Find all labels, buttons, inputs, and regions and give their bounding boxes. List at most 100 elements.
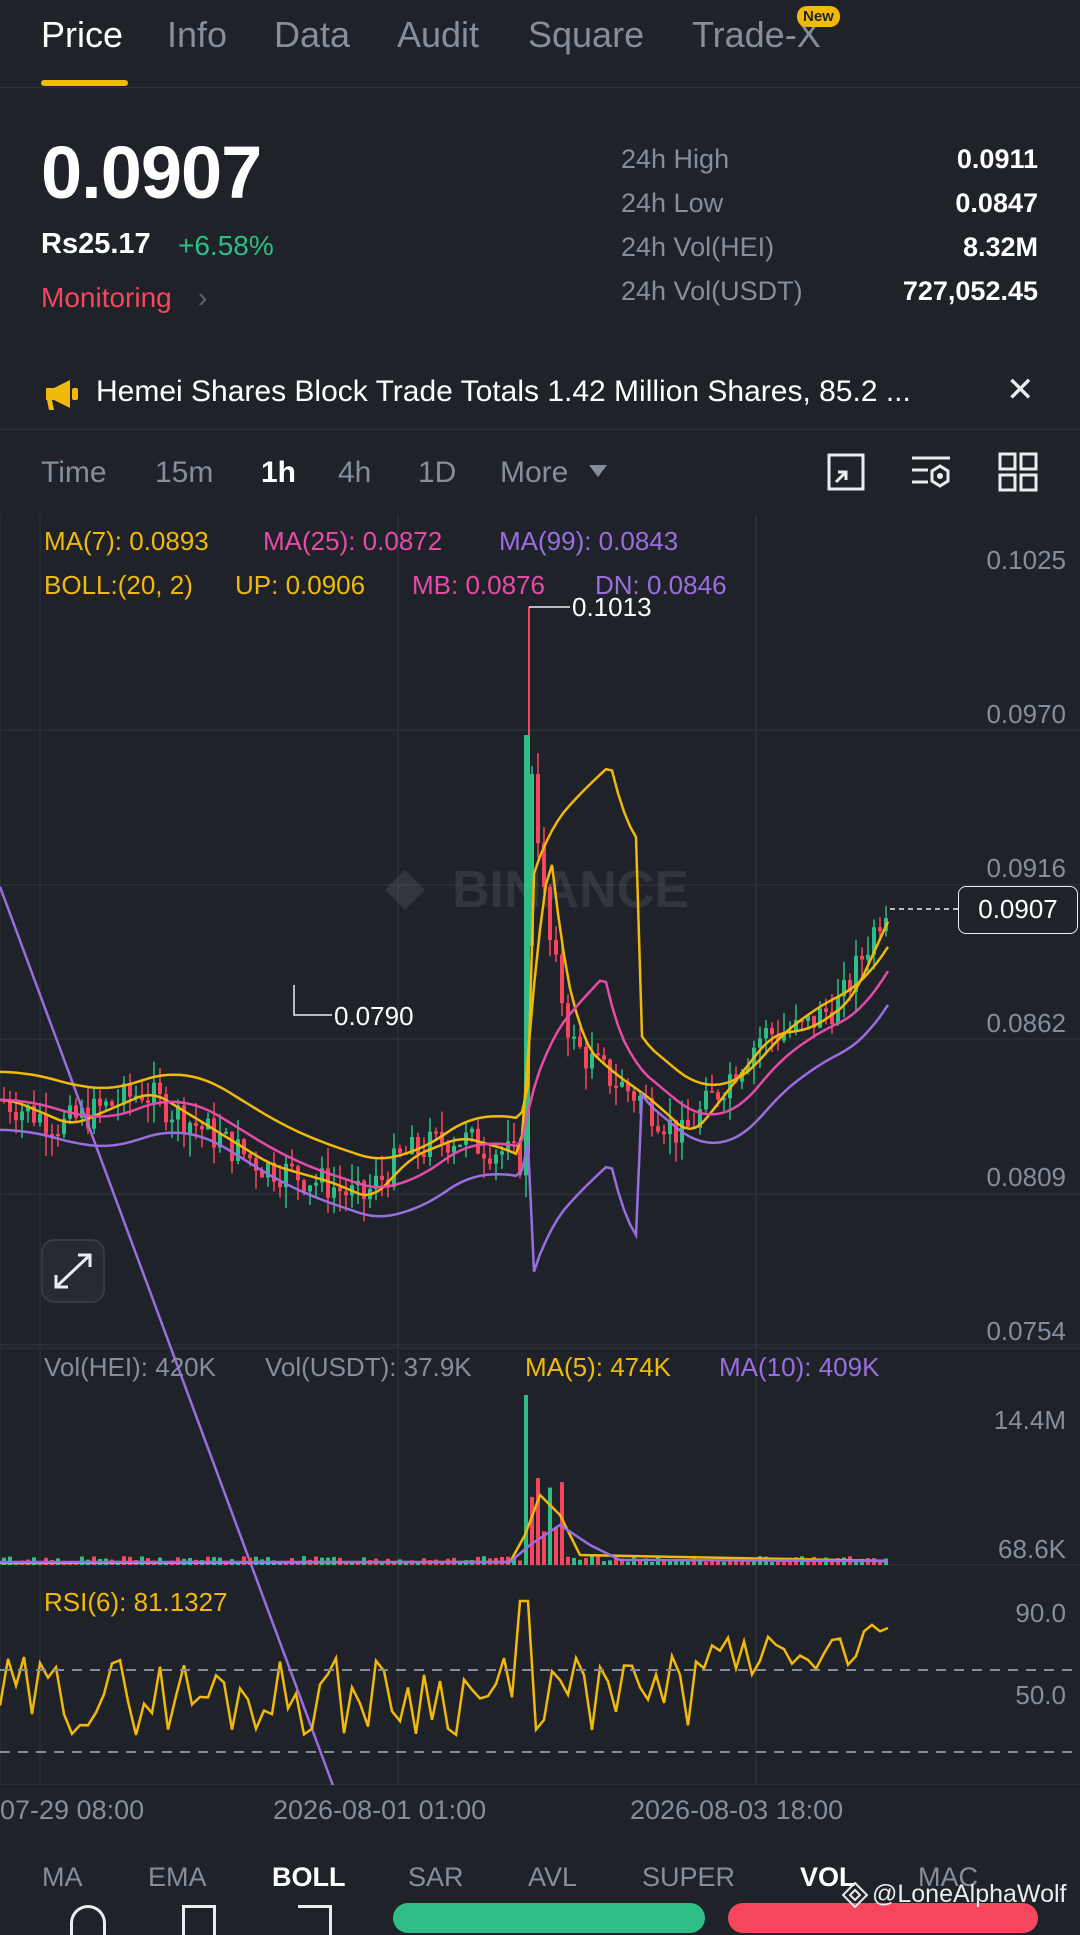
indicator-settings-icon[interactable] [910, 452, 954, 492]
candle [632, 1091, 636, 1101]
candle [398, 1148, 402, 1153]
candle [662, 1131, 666, 1135]
volume-bar [530, 1496, 534, 1565]
volume-bar [314, 1556, 318, 1565]
candle [488, 1158, 492, 1164]
volume-bar [704, 1561, 708, 1565]
candle [710, 1090, 714, 1093]
volume-quote-label: Vol(USDT): 37.9K [265, 1352, 472, 1382]
indicator-tab-boll[interactable]: BOLL [272, 1862, 346, 1892]
indicator-tab-avl[interactable]: AVL [528, 1862, 577, 1892]
ma25-line [0, 970, 890, 1189]
candle [602, 1055, 606, 1060]
candle [110, 1101, 114, 1106]
interval-4h[interactable]: 4h [338, 456, 371, 490]
volume-bar [302, 1556, 306, 1565]
price-axis-label: 0.1025 [986, 545, 1066, 575]
indicator-tab-ma[interactable]: MA [42, 1862, 83, 1892]
volume-ma10-line [0, 1523, 889, 1564]
candle [344, 1191, 348, 1196]
candle [704, 1090, 708, 1110]
boll-dn-label: DN: 0.0846 [595, 570, 727, 600]
volume-bar [536, 1478, 540, 1565]
more-icon[interactable] [70, 1905, 106, 1935]
rsi-axis-label: 50.0 [1015, 1680, 1066, 1710]
candle [380, 1175, 384, 1180]
interval-time[interactable]: Time [41, 456, 107, 490]
candle [104, 1101, 108, 1106]
tab-square[interactable]: Square [528, 14, 644, 56]
last-price: 0.0907 [41, 131, 262, 214]
volume-bar [482, 1556, 486, 1565]
candle [248, 1154, 252, 1159]
low-marker-line [293, 985, 332, 1016]
svg-text:BINANCE: BINANCE [452, 861, 689, 919]
interval-1d[interactable]: 1D [418, 456, 456, 490]
candle [200, 1126, 204, 1130]
candle [434, 1131, 438, 1134]
indicator-tab-super[interactable]: SUPER [642, 1862, 735, 1892]
candle [422, 1154, 426, 1158]
price-axis-label: 0.0916 [986, 853, 1066, 883]
expand-button[interactable] [41, 1239, 105, 1303]
volume-ma5-line [0, 1492, 889, 1565]
alert-icon[interactable] [182, 1905, 216, 1935]
price-axis-label: 0.0970 [986, 699, 1066, 729]
price-axis-label: 0.0754 [986, 1316, 1066, 1346]
candle [614, 1085, 618, 1088]
candle [500, 1151, 504, 1155]
monitoring-link[interactable]: Monitoring [41, 282, 172, 314]
ma99-label: MA(99): 0.0843 [499, 526, 679, 556]
chart-settings-icon[interactable] [826, 452, 866, 492]
price-change-percent: +6.58% [178, 230, 274, 261]
volume-bar [596, 1556, 600, 1565]
candle [416, 1137, 420, 1155]
interval-1h[interactable]: 1h [261, 456, 296, 490]
buy-button[interactable] [393, 1903, 705, 1933]
news-banner[interactable]: Hemei Shares Block Trade Totals 1.42 Mil… [0, 360, 1080, 430]
candle [764, 1028, 768, 1039]
banner-text[interactable]: Hemei Shares Block Trade Totals 1.42 Mil… [96, 375, 911, 409]
stat-vol-quote-label: 24h Vol(USDT) [621, 276, 803, 306]
chevron-right-icon[interactable]: › [198, 282, 207, 314]
candle [332, 1187, 336, 1198]
candle [578, 1036, 582, 1047]
layout-grid-icon[interactable] [998, 452, 1038, 492]
candle [548, 886, 552, 941]
candle [338, 1187, 342, 1192]
candle [8, 1101, 12, 1112]
volume-bar [608, 1560, 612, 1565]
tab-data[interactable]: Data [274, 14, 350, 56]
candle [566, 1003, 570, 1038]
date-axis-label: 2026-08-01 01:00 [273, 1795, 487, 1825]
watermark: BINANCE [385, 861, 689, 919]
top-tab-bar: Price Info Data Audit Square Trade-X New [0, 0, 1080, 88]
volume-bar [590, 1556, 594, 1565]
indicator-tab-sar[interactable]: SAR [408, 1862, 464, 1892]
candle [152, 1082, 156, 1103]
candle [482, 1153, 486, 1159]
volume-axis-label: 14.4M [993, 1405, 1066, 1435]
close-icon[interactable]: ✕ [1006, 370, 1035, 410]
share-icon[interactable] [298, 1905, 332, 1935]
interval-more[interactable]: More [500, 456, 568, 490]
candle [92, 1098, 96, 1129]
candle [194, 1122, 198, 1127]
candle [74, 1105, 78, 1118]
fiat-price: Rs25.17 [41, 228, 151, 260]
candle [758, 1038, 762, 1048]
candle [446, 1143, 450, 1153]
candle [590, 1053, 594, 1069]
candle [494, 1154, 498, 1164]
indicator-tab-ema[interactable]: EMA [148, 1862, 207, 1892]
caret-down-icon[interactable] [588, 464, 608, 478]
date-axis-label: 2026-08-03 18:00 [630, 1795, 844, 1825]
candle [584, 1046, 588, 1069]
tab-info[interactable]: Info [167, 14, 227, 56]
stat-high-value: 0.0911 [956, 144, 1038, 174]
candle [308, 1185, 312, 1192]
tab-audit[interactable]: Audit [397, 14, 479, 56]
tab-price[interactable]: Price [41, 14, 123, 56]
interval-15m[interactable]: 15m [155, 456, 213, 490]
price-axis-label: 0.0862 [986, 1008, 1066, 1038]
